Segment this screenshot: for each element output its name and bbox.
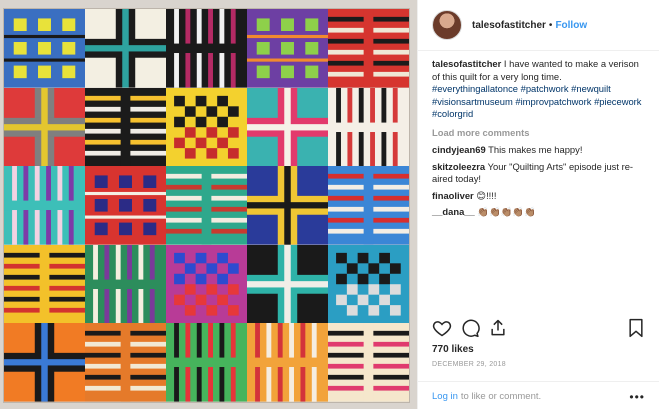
- hashtag[interactable]: #patchwork: [521, 83, 569, 94]
- post-date: DECEMBER 29, 2018: [432, 361, 506, 368]
- post-image[interactable]: [0, 0, 417, 409]
- hashtag[interactable]: #visionsartmuseum: [432, 96, 513, 107]
- quilt-block: [85, 323, 166, 402]
- quilt-block: [166, 9, 247, 88]
- quilt-block: [247, 244, 328, 324]
- comment: finaoliver 😊!!!!: [432, 190, 649, 203]
- quilt-block: [328, 323, 409, 402]
- comment-username[interactable]: cindyjean69: [432, 144, 486, 155]
- like-count[interactable]: 770 likes: [432, 344, 474, 355]
- quilt-block: [4, 166, 85, 245]
- quilt-block: [85, 166, 166, 245]
- action-bar: [432, 318, 645, 340]
- quilt-block: [166, 323, 247, 402]
- comment: skitzoleezra Your "Quilting Arts" episod…: [432, 161, 649, 186]
- post-header: talesofastitcher • Follow: [418, 0, 659, 51]
- quilt-block: [247, 323, 328, 402]
- more-options-icon[interactable]: •••: [629, 390, 645, 404]
- login-prompt: to like or comment.: [460, 390, 542, 402]
- login-link[interactable]: Log in: [432, 391, 458, 402]
- quilt-block: [328, 244, 409, 324]
- hashtag[interactable]: #colorgrid: [432, 108, 473, 119]
- quilt-block: [247, 9, 328, 88]
- quilt-block: [85, 87, 166, 167]
- comments-section: talesofastitcher I have wanted to make a…: [432, 58, 649, 223]
- quilt-block: [166, 87, 247, 167]
- comment-text: 👏🏽👏🏽👏🏽👏🏽👏🏽: [477, 206, 536, 217]
- quilt-photo: [4, 9, 409, 402]
- quilt-block: [4, 244, 85, 324]
- comment-text: This makes me happy!: [488, 144, 583, 155]
- avatar[interactable]: [432, 10, 462, 40]
- quilt-block: [85, 244, 166, 324]
- quilt-block: [4, 323, 85, 402]
- comment-username[interactable]: __dana__: [432, 206, 475, 217]
- quilt-block: [247, 166, 328, 245]
- load-more-comments[interactable]: Load more comments: [432, 127, 649, 140]
- quilt-block: [328, 9, 409, 88]
- quilt-block: [328, 166, 409, 245]
- caption-username[interactable]: talesofastitcher: [432, 58, 501, 69]
- quilt-block: [166, 244, 247, 324]
- quilt-block: [4, 87, 85, 167]
- caption: talesofastitcher I have wanted to make a…: [432, 58, 649, 121]
- hashtag[interactable]: #piecework: [594, 96, 641, 107]
- quilt-block: [247, 87, 328, 167]
- share-icon[interactable]: [488, 318, 508, 338]
- bookmark-icon[interactable]: [627, 318, 645, 338]
- separator-dot: •: [548, 19, 553, 31]
- quilt-block: [328, 87, 409, 167]
- comment-text: 😊!!!!: [476, 189, 497, 201]
- post-footer: Log in to like or comment. •••: [418, 381, 659, 410]
- hashtag[interactable]: #newquilt: [571, 83, 611, 94]
- quilt-block: [4, 9, 85, 88]
- hashtag[interactable]: #improvpatchwork: [515, 96, 591, 107]
- quilt-block: [166, 166, 247, 245]
- hashtag[interactable]: #everythingallatonce: [432, 83, 518, 94]
- quilt-block: [85, 9, 166, 88]
- post-sidebar: talesofastitcher • Follow talesofastitch…: [417, 0, 659, 409]
- hashtag-list: #everythingallatonce #patchwork #newquil…: [432, 83, 641, 119]
- follow-button[interactable]: Follow: [555, 20, 587, 31]
- username[interactable]: talesofastitcher: [472, 20, 546, 31]
- comment-username[interactable]: skitzoleezra: [432, 161, 485, 172]
- comment: cindyjean69 This makes me happy!: [432, 144, 649, 157]
- comment: __dana__ 👏🏽👏🏽👏🏽👏🏽👏🏽: [432, 206, 649, 219]
- heart-icon[interactable]: [432, 318, 452, 338]
- comment-icon[interactable]: [460, 318, 480, 338]
- instagram-post: talesofastitcher • Follow talesofastitch…: [0, 0, 659, 409]
- comment-username[interactable]: finaoliver: [432, 190, 474, 201]
